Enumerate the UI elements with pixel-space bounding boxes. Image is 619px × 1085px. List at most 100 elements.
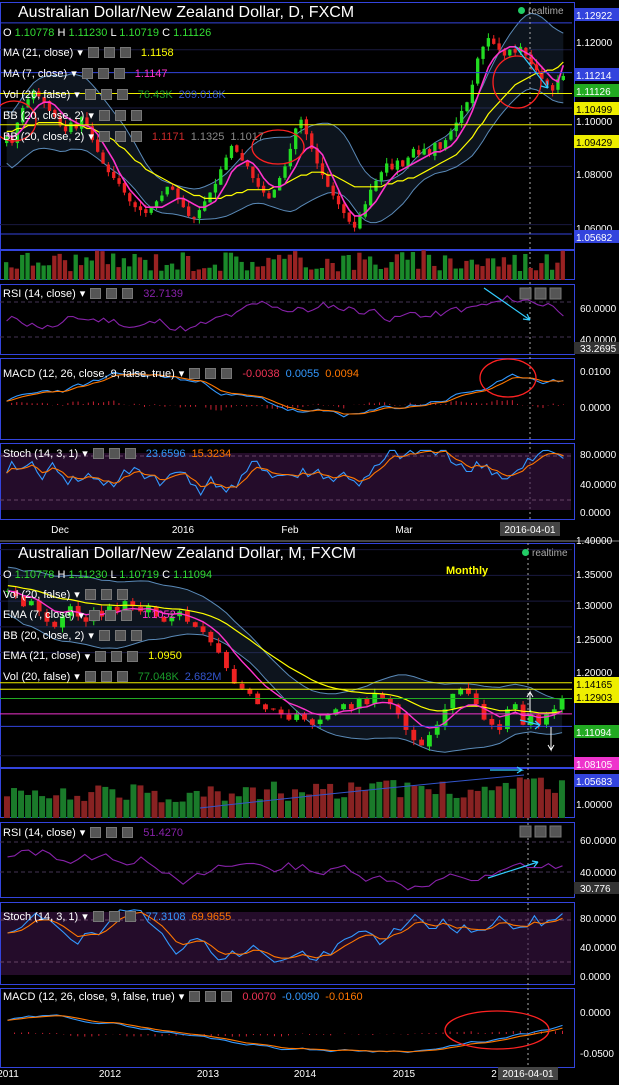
close-icon[interactable] [122, 288, 134, 299]
eye-icon[interactable] [98, 630, 110, 641]
daily-indicator-value: 1.1325 [190, 130, 225, 143]
monthly-volume-bar [151, 790, 158, 818]
chevron-down-icon[interactable]: ▾ [74, 88, 80, 101]
close-icon[interactable] [124, 911, 136, 922]
close-icon[interactable] [130, 110, 142, 121]
settings-icon[interactable] [106, 827, 118, 838]
eye-icon[interactable] [90, 827, 102, 838]
chevron-down-icon[interactable]: ▾ [77, 46, 83, 59]
monthly-indicator-value: 1.1052 [142, 609, 176, 621]
settings-icon[interactable] [114, 110, 126, 121]
chevron-down-icon[interactable]: ▾ [80, 287, 86, 300]
daily-candle [128, 193, 132, 202]
daily-volume-bar [175, 269, 180, 280]
settings-icon[interactable] [111, 650, 123, 662]
daily-candle [277, 178, 282, 191]
chevron-down-icon[interactable]: ▾ [74, 588, 80, 601]
daily-indicator-row[interactable]: BB (20, close, 2) ▾ 1.1171 1.1325 1.1017 [3, 130, 264, 144]
eye-icon[interactable] [92, 448, 104, 459]
daily-volume-bar [346, 255, 351, 280]
daily-indicator-row[interactable]: MA (21, close) ▾ 1.1158 [3, 46, 174, 60]
monthly-indicator-row[interactable]: Vol (20, false) ▾ 77.048K 2.682M [3, 670, 221, 684]
monthly-stoch-pane-header[interactable]: Stoch (14, 3, 1) ▾ 77.3108 69.9655 [3, 910, 231, 924]
chevron-down-icon[interactable]: ▾ [85, 650, 91, 663]
eye-icon[interactable] [84, 89, 96, 100]
close-icon[interactable] [119, 47, 131, 58]
eye-icon[interactable] [189, 991, 201, 1002]
daily-volume-bar [367, 256, 373, 280]
eye-icon[interactable] [92, 911, 104, 922]
chevron-down-icon[interactable]: ▾ [88, 629, 94, 642]
daily-rsi-pane-header[interactable]: RSI (14, close) ▾ 32.7139 [3, 287, 183, 301]
chevron-down-icon[interactable]: ▾ [179, 990, 185, 1003]
chevron-down-icon[interactable]: ▾ [80, 826, 86, 839]
close-icon[interactable] [130, 131, 142, 142]
monthly-rsi-pane-header[interactable]: RSI (14, close) ▾ 51.4270 [3, 826, 183, 840]
chevron-down-icon[interactable]: ▾ [74, 670, 80, 683]
eye-icon[interactable] [87, 47, 99, 58]
eye-icon[interactable] [84, 671, 96, 682]
settings-icon[interactable] [114, 630, 126, 641]
eye-icon[interactable] [90, 288, 102, 299]
close-icon[interactable] [127, 650, 139, 662]
settings-icon[interactable] [205, 368, 217, 379]
chevron-down-icon[interactable]: ▾ [88, 109, 94, 122]
close-icon[interactable] [116, 89, 128, 100]
settings-icon[interactable] [105, 609, 117, 621]
chevron-down-icon[interactable]: ▾ [179, 367, 185, 380]
close-icon[interactable] [113, 68, 125, 79]
close-icon[interactable] [221, 991, 233, 1002]
daily-volume-bar [405, 259, 410, 280]
chevron-down-icon[interactable]: ▾ [79, 609, 85, 622]
settings-icon[interactable] [205, 991, 217, 1002]
eye-icon[interactable] [95, 650, 107, 662]
daily-indicator-row[interactable]: Vol (20, false) ▾ 76.43K 209.018K [3, 88, 226, 102]
settings-icon[interactable] [100, 671, 112, 682]
daily-indicator-row[interactable]: MA (7, close) ▾ 1.1147 [3, 67, 168, 81]
settings-icon[interactable] [108, 911, 120, 922]
settings-icon[interactable] [106, 288, 118, 299]
daily-volume-bar [533, 270, 539, 280]
chevron-down-icon[interactable]: ▾ [71, 67, 77, 80]
settings-icon[interactable] [100, 89, 112, 100]
eye-icon[interactable] [189, 368, 201, 379]
close-icon[interactable] [130, 630, 142, 641]
settings-icon[interactable] [97, 68, 109, 79]
eye-icon[interactable] [98, 110, 110, 121]
daily-candle [294, 128, 298, 150]
daily-rsi-pane-label: RSI (14, close) [3, 287, 76, 300]
monthly-indicator-row[interactable]: EMA (21, close) ▾ 1.0950 [3, 650, 182, 663]
close-icon[interactable] [122, 827, 134, 838]
close-icon[interactable] [116, 671, 128, 682]
daily-volume-bar [271, 259, 276, 280]
close-icon[interactable] [124, 448, 136, 459]
daily-indicator-value: 76.43K [137, 88, 173, 101]
daily-stoch-pane-header[interactable]: Stoch (14, 3, 1) ▾ 23.6596 15.3234 [3, 447, 231, 461]
monthly-macd-pane-header[interactable]: MACD (12, 26, close, 9, false, true) ▾ 0.0… [3, 990, 363, 1004]
eye-icon[interactable] [84, 589, 96, 600]
daily-macd-pane-header[interactable]: MACD (12, 26, close, 9, false, true) ▾ -0.… [3, 367, 359, 381]
eye-icon[interactable] [81, 68, 93, 79]
settings-icon[interactable] [114, 131, 126, 142]
daily-indicator-row[interactable]: BB (20, close, 2) ▾ [3, 109, 142, 122]
monthly-indicator-row[interactable]: Vol (20, false) ▾ [3, 588, 128, 601]
daily-candle [101, 152, 105, 164]
daily-candle [417, 149, 421, 155]
close-icon[interactable] [116, 589, 128, 600]
settings-icon[interactable] [103, 47, 115, 58]
close-icon[interactable] [121, 609, 133, 621]
chevron-down-icon[interactable]: ▾ [82, 910, 88, 923]
monthly-indicator-row[interactable]: EMA (7, close) ▾ 1.1052 [3, 609, 176, 622]
settings-icon[interactable] [108, 448, 120, 459]
monthly-volume-bar [306, 794, 313, 818]
daily-volume-bar [196, 269, 201, 280]
daily-volume-bar [84, 257, 89, 280]
monthly-indicator-row[interactable]: BB (20, close, 2) ▾ [3, 629, 142, 642]
settings-icon[interactable] [100, 589, 112, 600]
eye-icon[interactable] [98, 131, 110, 142]
chevron-down-icon[interactable]: ▾ [82, 447, 88, 460]
monthly-volume-bar [32, 790, 39, 818]
eye-icon[interactable] [89, 609, 101, 621]
chevron-down-icon[interactable]: ▾ [88, 130, 94, 143]
close-icon[interactable] [221, 368, 233, 379]
